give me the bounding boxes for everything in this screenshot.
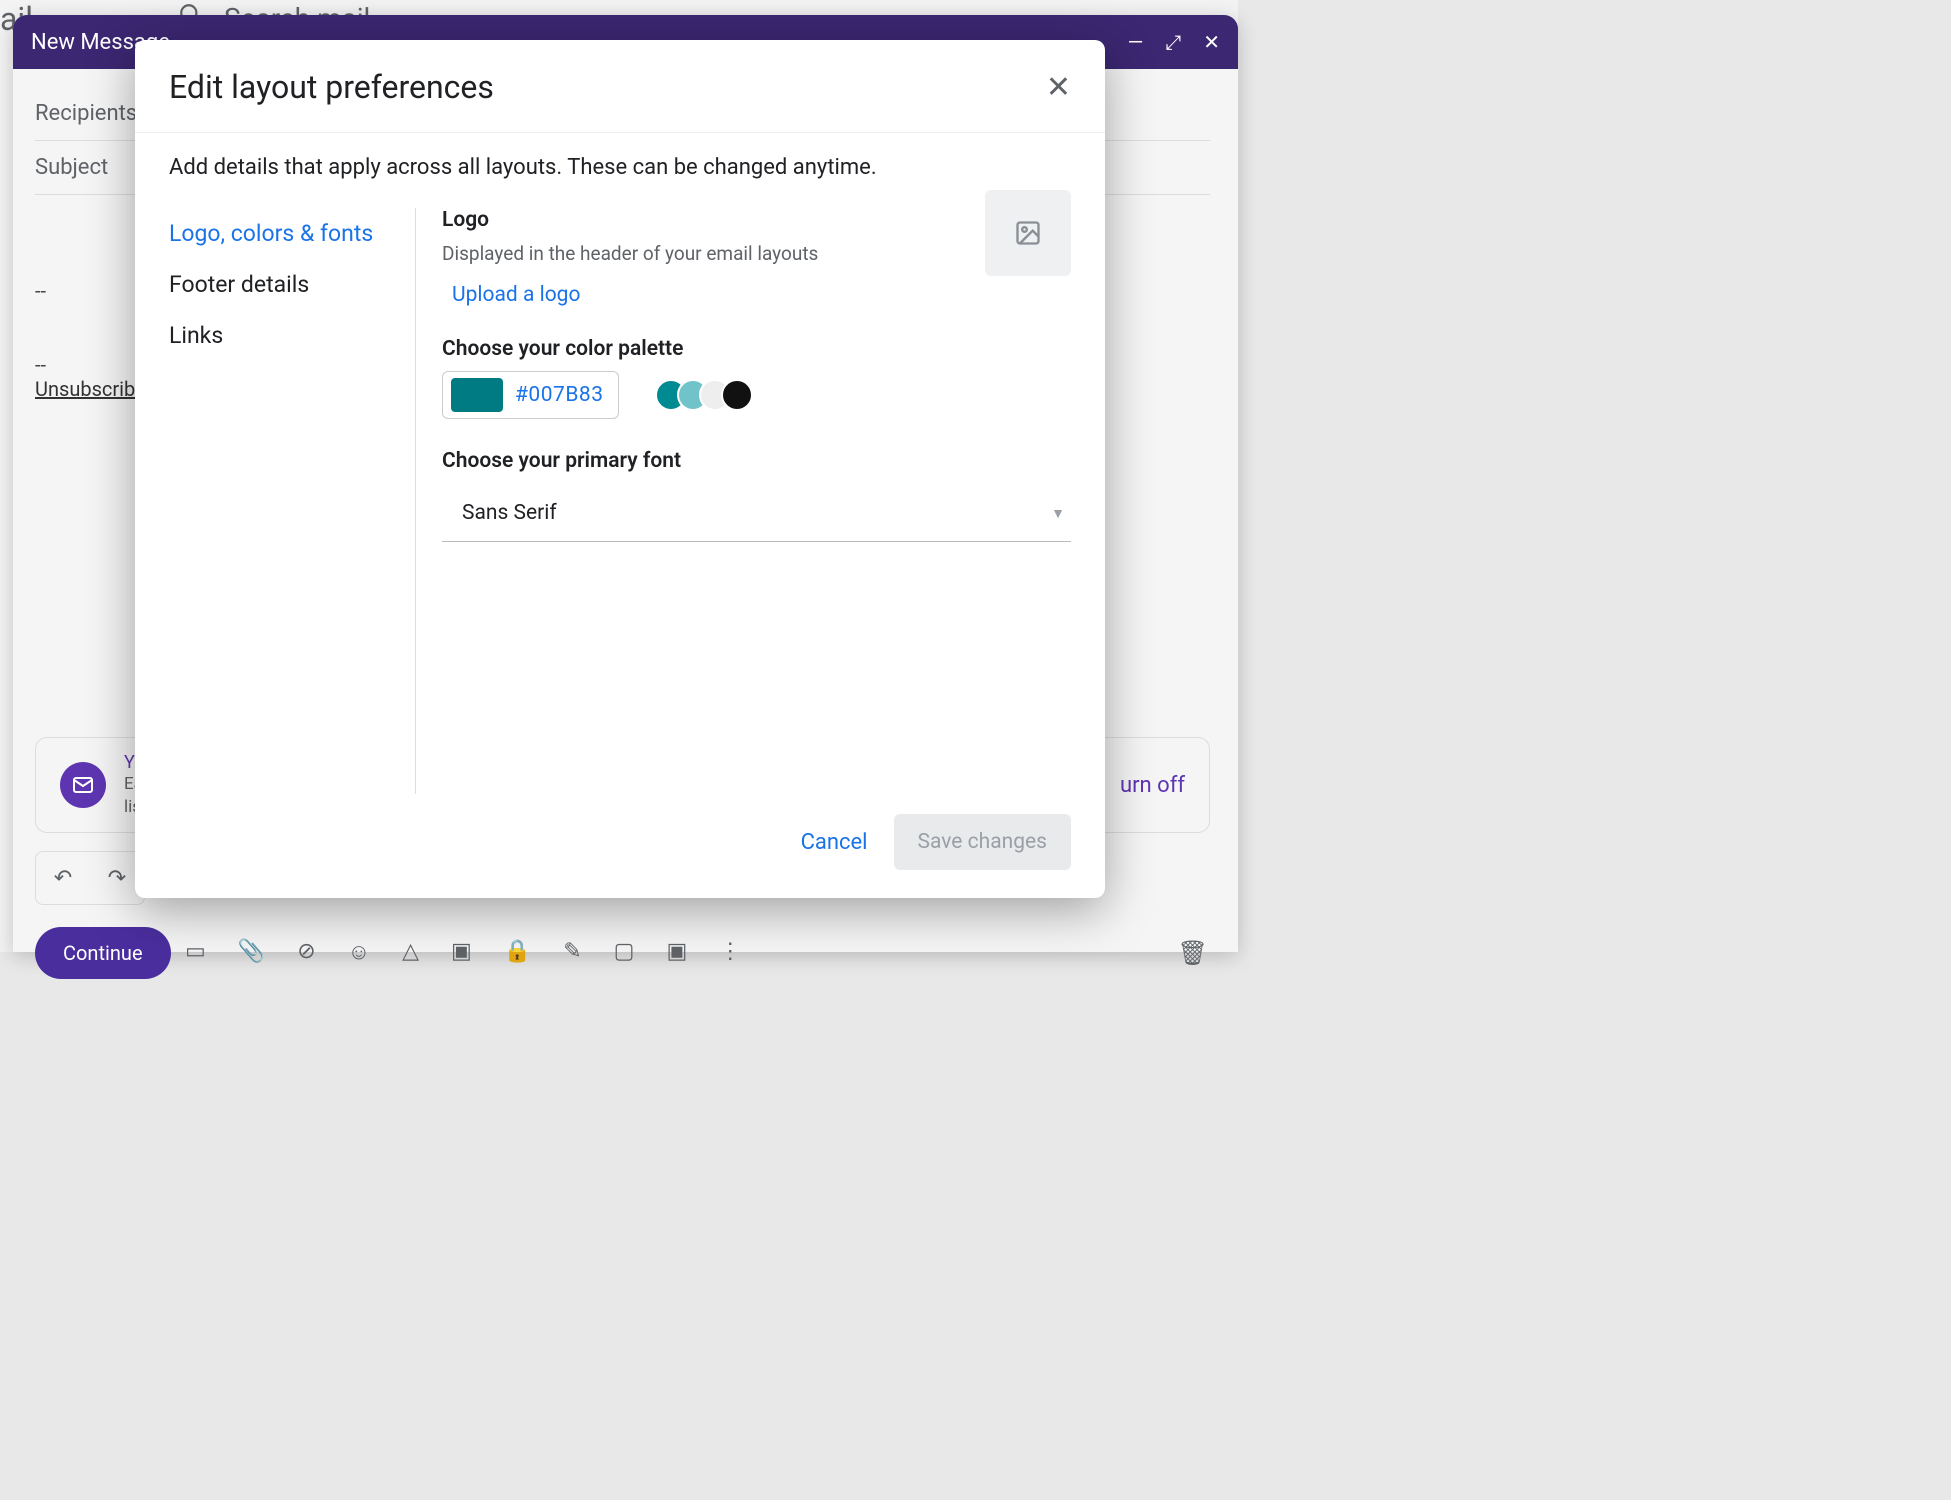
- drive-icon[interactable]: △: [402, 939, 419, 965]
- format-icon[interactable]: ▭: [185, 939, 206, 965]
- minimize-icon[interactable]: —: [1128, 30, 1144, 54]
- palette-preview: [665, 379, 753, 411]
- color-swatch: [451, 378, 503, 412]
- close-icon[interactable]: ✕: [1046, 70, 1071, 105]
- image-icon[interactable]: ▣: [451, 939, 472, 965]
- continue-button[interactable]: Continue: [35, 927, 171, 979]
- template1-icon[interactable]: ▢: [614, 939, 635, 965]
- cancel-button[interactable]: Cancel: [801, 830, 868, 855]
- more-icon[interactable]: ⋮: [719, 939, 741, 965]
- modal-title: Edit layout preferences: [169, 68, 494, 106]
- color-section-title: Choose your color palette: [442, 337, 1071, 361]
- palette-dot-4: [721, 379, 753, 411]
- upload-logo-link[interactable]: Upload a logo: [452, 283, 580, 307]
- logo-section-title: Logo: [442, 208, 1071, 232]
- compose-toolbar: ▭ 📎 ⊘ ☺ △ ▣ 🔒 ✎ ▢ ▣ ⋮: [185, 939, 741, 965]
- modal-subtitle: Add details that apply across all layout…: [135, 133, 1105, 190]
- undo-icon[interactable]: ↶: [54, 866, 72, 891]
- redo-icon[interactable]: ↷: [108, 866, 126, 891]
- font-select-value: Sans Serif: [462, 501, 557, 525]
- layout-preferences-modal: Edit layout preferences ✕ Add details th…: [135, 40, 1105, 898]
- logo-placeholder[interactable]: [985, 190, 1071, 276]
- collapse-icon[interactable]: ⤢: [1165, 30, 1181, 54]
- modal-main: Logo Displayed in the header of your ema…: [416, 190, 1071, 794]
- nav-footer-details[interactable]: Footer details: [169, 259, 415, 310]
- lock-icon[interactable]: 🔒: [504, 939, 531, 965]
- save-changes-button[interactable]: Save changes: [894, 814, 1071, 870]
- modal-body: Logo, colors & fonts Footer details Link…: [135, 190, 1105, 794]
- undo-redo-bar: ↶ ↷: [35, 851, 145, 905]
- nav-links[interactable]: Links: [169, 310, 415, 361]
- link-icon[interactable]: ⊘: [297, 939, 315, 965]
- mailmerge-icon: [60, 762, 106, 808]
- nav-logo-colors-fonts[interactable]: Logo, colors & fonts: [169, 208, 415, 259]
- font-section-title: Choose your primary font: [442, 449, 1071, 473]
- close-compose-icon[interactable]: ✕: [1203, 30, 1220, 54]
- mailmerge-turnoff[interactable]: urn off: [1120, 773, 1185, 798]
- modal-footer: Cancel Save changes: [135, 794, 1105, 898]
- window-controls: — ⤢ ✕: [1128, 30, 1220, 54]
- color-row: #007B83: [442, 371, 1071, 419]
- logo-section-desc: Displayed in the header of your email la…: [442, 242, 1071, 265]
- color-hex-input[interactable]: #007B83: [442, 371, 619, 419]
- modal-nav: Logo, colors & fonts Footer details Link…: [169, 190, 415, 794]
- trash-icon[interactable]: 🗑: [1178, 939, 1208, 967]
- chevron-down-icon: ▼: [1051, 505, 1065, 522]
- font-select[interactable]: Sans Serif ▼: [442, 487, 1071, 542]
- modal-header: Edit layout preferences ✕: [135, 40, 1105, 133]
- emoji-icon[interactable]: ☺: [348, 939, 370, 965]
- pen-icon[interactable]: ✎: [563, 939, 581, 965]
- attach-icon[interactable]: 📎: [238, 939, 265, 965]
- template2-icon[interactable]: ▣: [666, 939, 687, 965]
- color-hex-value: #007B83: [515, 383, 604, 407]
